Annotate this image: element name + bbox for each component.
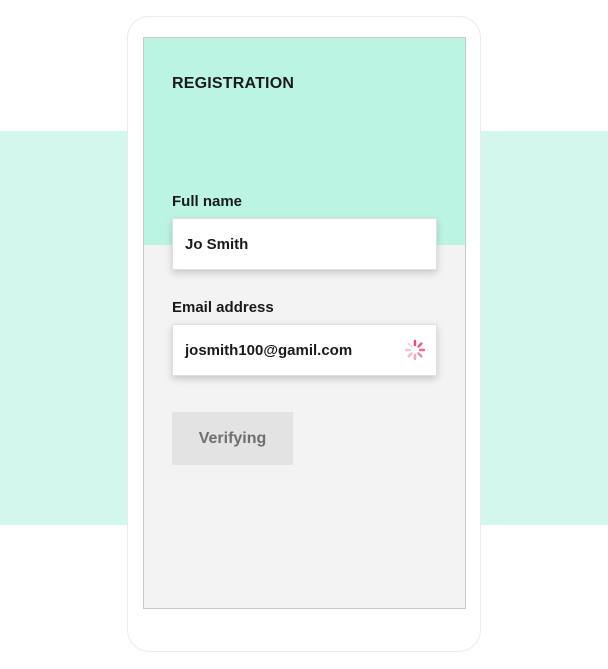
verifying-button[interactable]: Verifying <box>172 412 293 465</box>
phone-screen: REGISTRATION Full name Jo Smith Email ad… <box>143 37 466 609</box>
email-field[interactable]: josmith100@gamil.com <box>172 324 437 376</box>
full-name-value: Jo Smith <box>185 235 249 253</box>
email-label: Email address <box>172 299 274 316</box>
page-title: REGISTRATION <box>172 75 295 92</box>
email-value: josmith100@gamil.com <box>185 341 353 359</box>
loading-spinner-icon <box>404 339 426 361</box>
full-name-field[interactable]: Jo Smith <box>172 218 437 270</box>
full-name-label: Full name <box>172 193 243 210</box>
screen-header <box>144 38 465 245</box>
